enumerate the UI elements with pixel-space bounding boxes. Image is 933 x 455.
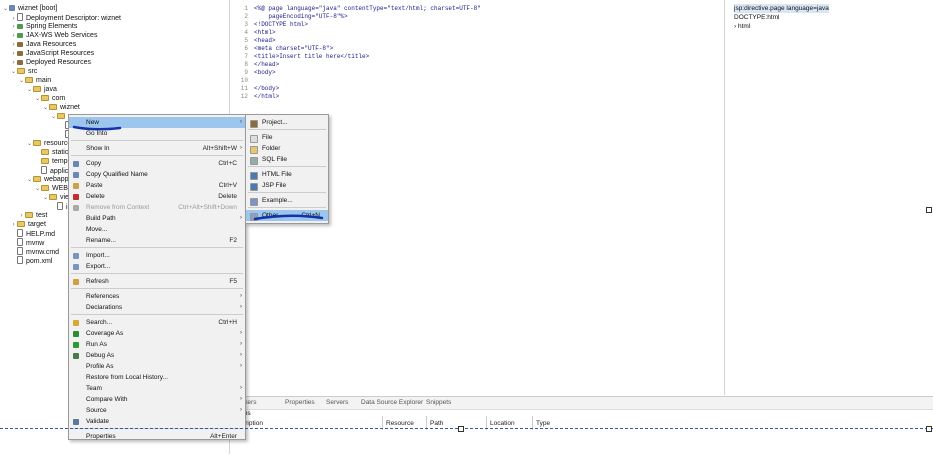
- annotation-underline-other: [253, 214, 324, 221]
- annotation-overlay: [72, 125, 324, 221]
- selection-frame-bottom: [0, 428, 933, 429]
- resize-handle-corner[interactable]: [926, 426, 932, 432]
- resize-handle-right[interactable]: [926, 207, 932, 213]
- resize-handle-bottom[interactable]: [458, 426, 464, 432]
- annotation-underline-new: [72, 125, 122, 131]
